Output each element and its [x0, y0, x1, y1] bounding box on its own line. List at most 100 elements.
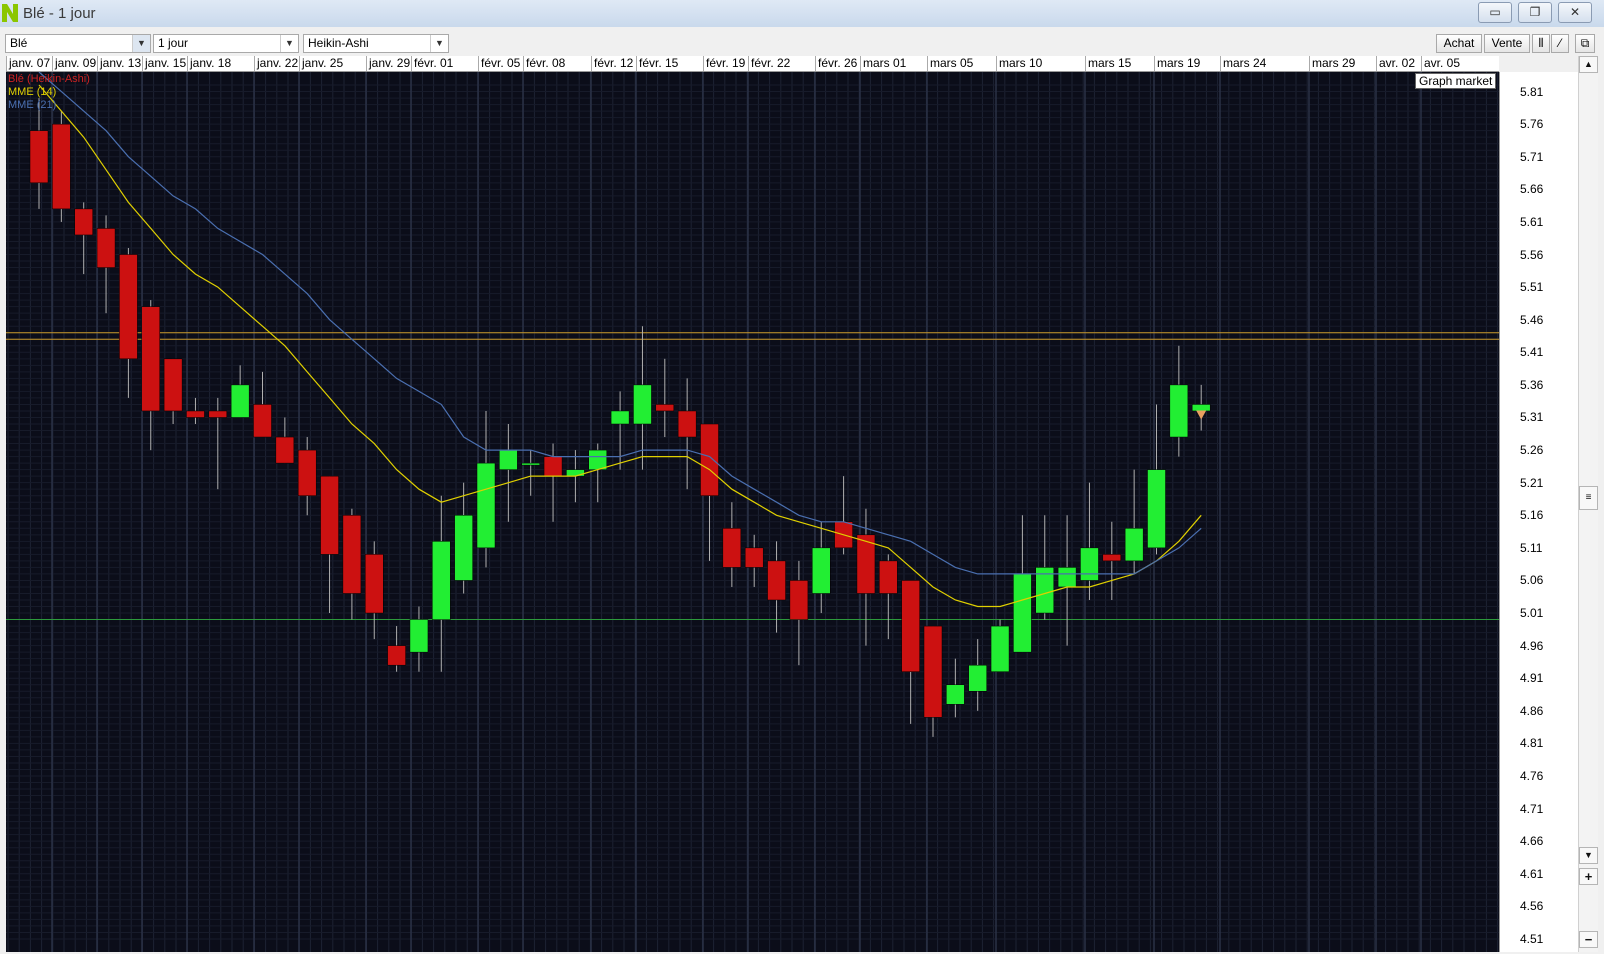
candle-body: [230, 384, 250, 418]
candle-body: [946, 684, 965, 705]
candle-icon: ⫴: [1538, 36, 1544, 50]
price-tick-label: 5.61: [1520, 214, 1544, 229]
candle-body: [901, 580, 920, 672]
price-tick-label: 5.01: [1520, 606, 1544, 621]
price-tick-label: 5.16: [1520, 508, 1544, 523]
chevron-down-icon[interactable]: ▼: [430, 35, 448, 52]
candle-body: [52, 123, 71, 210]
price-tick-label: 5.56: [1520, 247, 1544, 262]
graph-market-label: Graph market: [1415, 73, 1497, 89]
candle-tool-button[interactable]: ⫴: [1532, 34, 1550, 53]
date-tick-label: mars 15: [1085, 56, 1154, 71]
title-bar: Blé - 1 jour ▭ ❐ ✕: [0, 0, 1604, 27]
candle-body: [253, 404, 272, 438]
date-tick-label: févr. 15: [636, 56, 703, 71]
vertical-scrollbar[interactable]: ▲ ≡ ▼ + −: [1578, 56, 1598, 952]
date-tick-label: févr. 08: [523, 56, 591, 71]
zoom-in-button[interactable]: +: [1579, 868, 1598, 885]
chart-type-select[interactable]: Heikin-Ashi ▼: [303, 34, 449, 53]
instrument-select[interactable]: Blé ▼: [5, 34, 151, 53]
candle-body: [700, 423, 719, 496]
candle-body: [722, 528, 742, 568]
buy-button[interactable]: Achat: [1436, 34, 1482, 53]
candle-body: [342, 515, 362, 594]
candle-body: [119, 254, 138, 360]
price-tick-label: 4.56: [1520, 899, 1544, 914]
candle-body: [1080, 547, 1099, 581]
candle-body: [879, 560, 898, 594]
date-tick-label: févr. 05: [478, 56, 523, 71]
candle-body: [767, 560, 786, 601]
draw-line-button[interactable]: ⁄: [1551, 34, 1569, 53]
price-tick-label: 5.21: [1520, 475, 1544, 490]
candle-body: [633, 384, 652, 425]
date-tick-label: mars 29: [1309, 56, 1376, 71]
chevron-down-icon[interactable]: ▼: [280, 35, 298, 52]
candle-body: [387, 645, 406, 666]
maximize-button[interactable]: ❐: [1518, 2, 1552, 23]
minimize-icon: ▭: [1489, 5, 1501, 19]
price-chart[interactable]: [6, 72, 1499, 952]
date-tick-label: mars 19: [1154, 56, 1220, 71]
price-tick-label: 5.66: [1520, 182, 1544, 197]
price-tick-label: 4.81: [1520, 736, 1544, 751]
candle-body: [744, 547, 764, 568]
window-title: Blé - 1 jour: [23, 5, 96, 22]
date-tick-label: avr. 02: [1376, 56, 1421, 71]
candle-body: [1191, 404, 1211, 412]
close-button[interactable]: ✕: [1558, 2, 1592, 23]
chevron-down-icon[interactable]: ▼: [132, 35, 150, 52]
date-tick-label: févr. 26: [815, 56, 860, 71]
price-tick-label: 5.06: [1520, 573, 1544, 588]
chart-plot-area[interactable]: [6, 72, 1499, 952]
date-tick-label: mars 01: [860, 56, 927, 71]
date-tick-label: janv. 18: [187, 56, 254, 71]
legend-entry: MME (14): [8, 86, 57, 98]
candle-body: [1147, 469, 1166, 549]
price-tick-label: 5.81: [1520, 84, 1544, 99]
date-tick-label: janv. 29: [366, 56, 411, 71]
price-tick-label: 4.66: [1520, 834, 1544, 849]
price-tick-label: 4.71: [1520, 801, 1544, 816]
candle-body: [566, 469, 585, 477]
detach-window-button[interactable]: ⧉: [1575, 34, 1595, 53]
zoom-out-button[interactable]: −: [1579, 931, 1598, 948]
chart-toolbar: Blé ▼ 1 jour ▼ Heikin-Ashi ▼ Achat Vente…: [0, 30, 1604, 55]
candle-body: [186, 410, 205, 418]
price-tick-label: 5.46: [1520, 312, 1544, 327]
scroll-down-button[interactable]: ▼: [1579, 847, 1598, 864]
period-value: 1 jour: [158, 36, 189, 50]
date-tick-label: janv. 07: [6, 56, 52, 71]
candle-body: [1102, 554, 1122, 562]
candle-body: [677, 410, 697, 438]
period-select[interactable]: 1 jour ▼: [153, 34, 299, 53]
price-tick-label: 5.36: [1520, 377, 1544, 392]
date-tick-label: mars 10: [996, 56, 1085, 71]
candle-body: [320, 475, 339, 555]
date-tick-label: févr. 01: [411, 56, 478, 71]
price-tick-label: 4.51: [1520, 931, 1544, 946]
sell-button[interactable]: Vente: [1484, 34, 1530, 53]
candle-body: [789, 580, 809, 620]
candle-body: [499, 449, 518, 470]
legend-entry: Blé (Heikin-Ashi): [8, 73, 90, 85]
minimize-button[interactable]: ▭: [1478, 2, 1512, 23]
candle-body: [297, 449, 317, 496]
scroll-thumb[interactable]: ≡: [1579, 486, 1598, 510]
price-axis: 5.81 5.76 5.71 5.66 5.61 5.56 5.51 5.46 5.41 5.36…: [1499, 72, 1578, 952]
date-tick-label: févr. 12: [591, 56, 636, 71]
date-axis: janv. 07 janv. 09 janv. 13 janv. 15 janv. 18…: [6, 56, 1499, 72]
price-tick-label: 4.61: [1520, 866, 1544, 881]
candle-body: [923, 625, 943, 718]
price-tick-label: 4.96: [1520, 638, 1544, 653]
date-tick-label: janv. 25: [299, 56, 366, 71]
candle-body: [543, 456, 563, 477]
instrument-value: Blé: [10, 36, 28, 50]
price-tick-label: 5.76: [1520, 117, 1544, 132]
price-tick-label: 5.51: [1520, 280, 1544, 295]
date-tick-label: janv. 15: [142, 56, 187, 71]
candle-body: [208, 410, 228, 418]
candle-body: [990, 625, 1010, 672]
price-tick-label: 4.86: [1520, 703, 1544, 718]
scroll-up-button[interactable]: ▲: [1579, 56, 1598, 73]
